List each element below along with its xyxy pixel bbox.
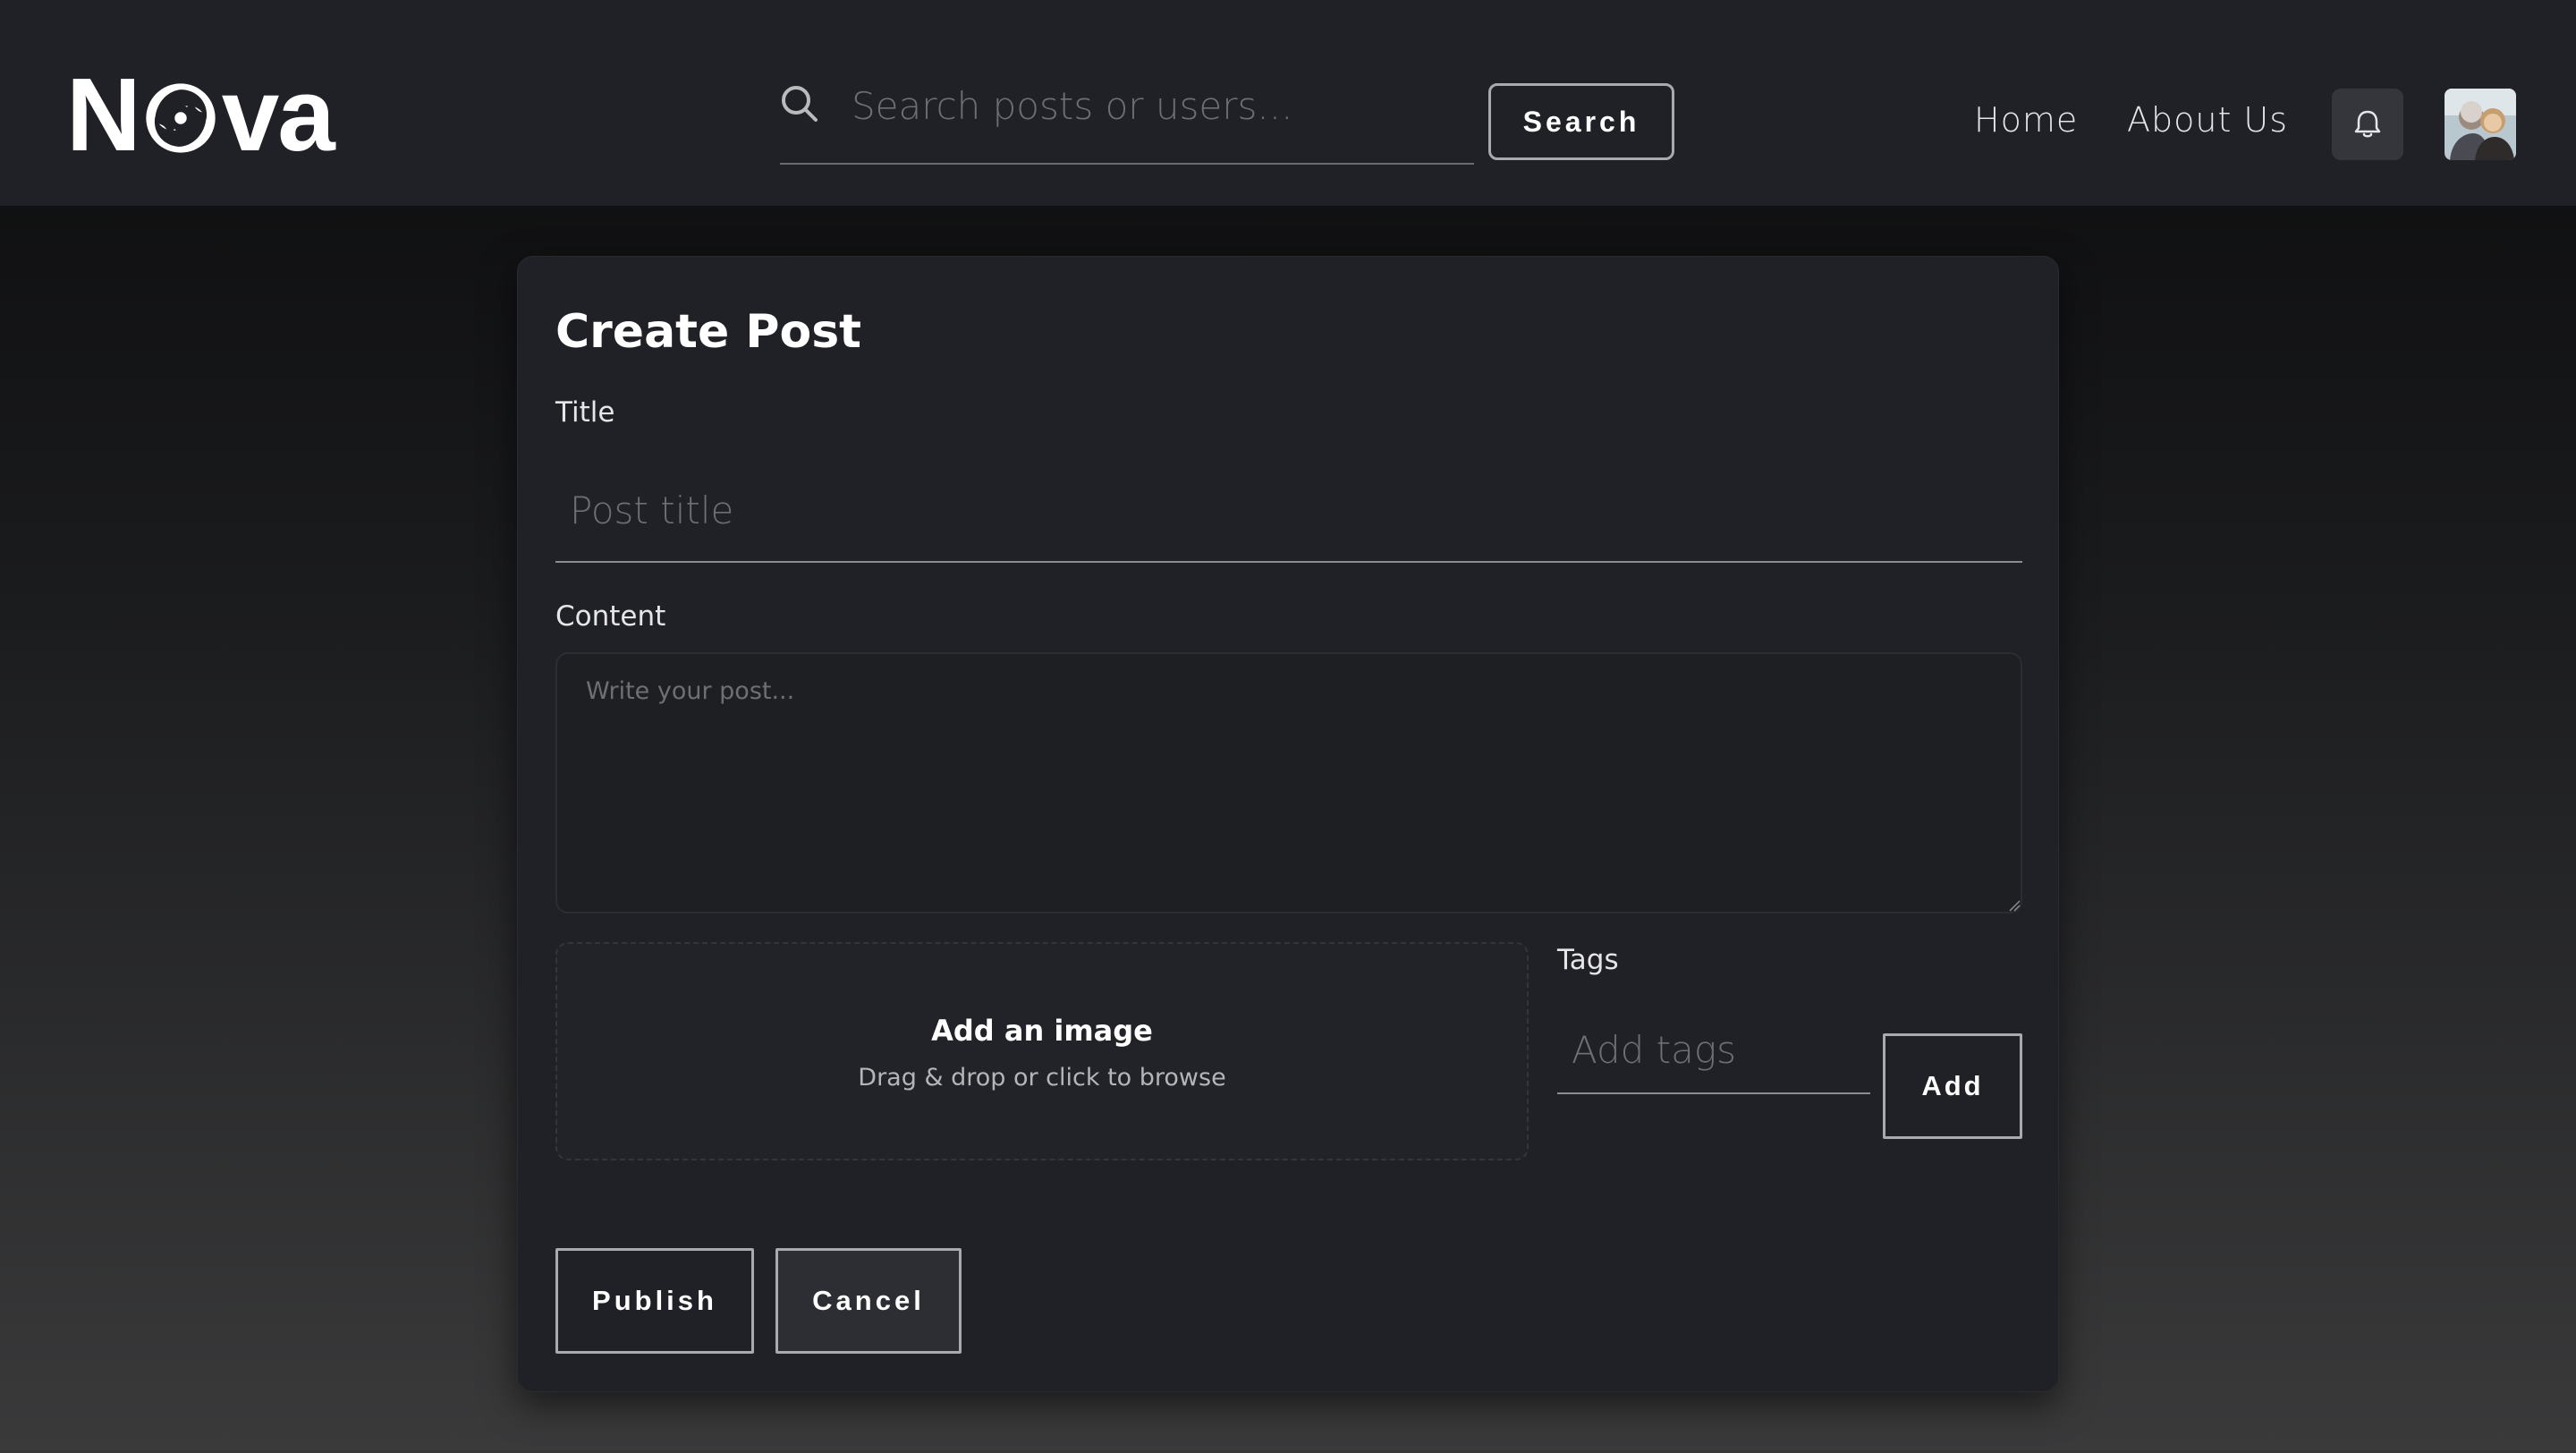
dropzone-title: Add an image	[931, 1014, 1153, 1048]
page-title: Create Post	[555, 305, 862, 359]
nova-logo[interactable]: N va	[66, 63, 335, 166]
content-label: Content	[555, 600, 666, 633]
avatar-photo-icon	[2445, 89, 2516, 160]
swirl-logo-icon	[146, 83, 216, 153]
dropzone-subtitle: Drag & drop or click to browse	[858, 1064, 1226, 1092]
image-dropzone[interactable]: Add an image Drag & drop or click to bro…	[555, 942, 1529, 1160]
user-avatar[interactable]	[2445, 89, 2516, 160]
bell-icon	[2354, 110, 2381, 138]
search-button[interactable]: Search	[1488, 83, 1674, 160]
publish-button[interactable]: Publish	[555, 1248, 754, 1354]
tags-input[interactable]	[1557, 1007, 1870, 1094]
cancel-button[interactable]: Cancel	[775, 1248, 962, 1354]
top-nav-bar: N va Search Home About Us	[0, 0, 2576, 206]
search-input[interactable]	[852, 72, 1460, 140]
search-bar	[780, 72, 1474, 165]
nav-link-about-us[interactable]: About Us	[2127, 100, 2288, 140]
notifications-button[interactable]	[2332, 89, 2403, 160]
post-title-input[interactable]	[555, 459, 2022, 563]
logo-letters-va: va	[221, 56, 335, 173]
create-post-card: Create Post Title Content Add an image D…	[517, 256, 2059, 1392]
search-icon	[782, 86, 818, 122]
add-tag-button[interactable]: Add	[1883, 1033, 2022, 1139]
nav-link-home[interactable]: Home	[1974, 100, 2078, 140]
logo-letter-n: N	[66, 56, 141, 173]
tags-label: Tags	[1557, 944, 1619, 976]
resize-handle-icon[interactable]	[2008, 899, 2021, 912]
post-content-textarea[interactable]	[555, 652, 2022, 913]
title-label: Title	[555, 396, 615, 429]
